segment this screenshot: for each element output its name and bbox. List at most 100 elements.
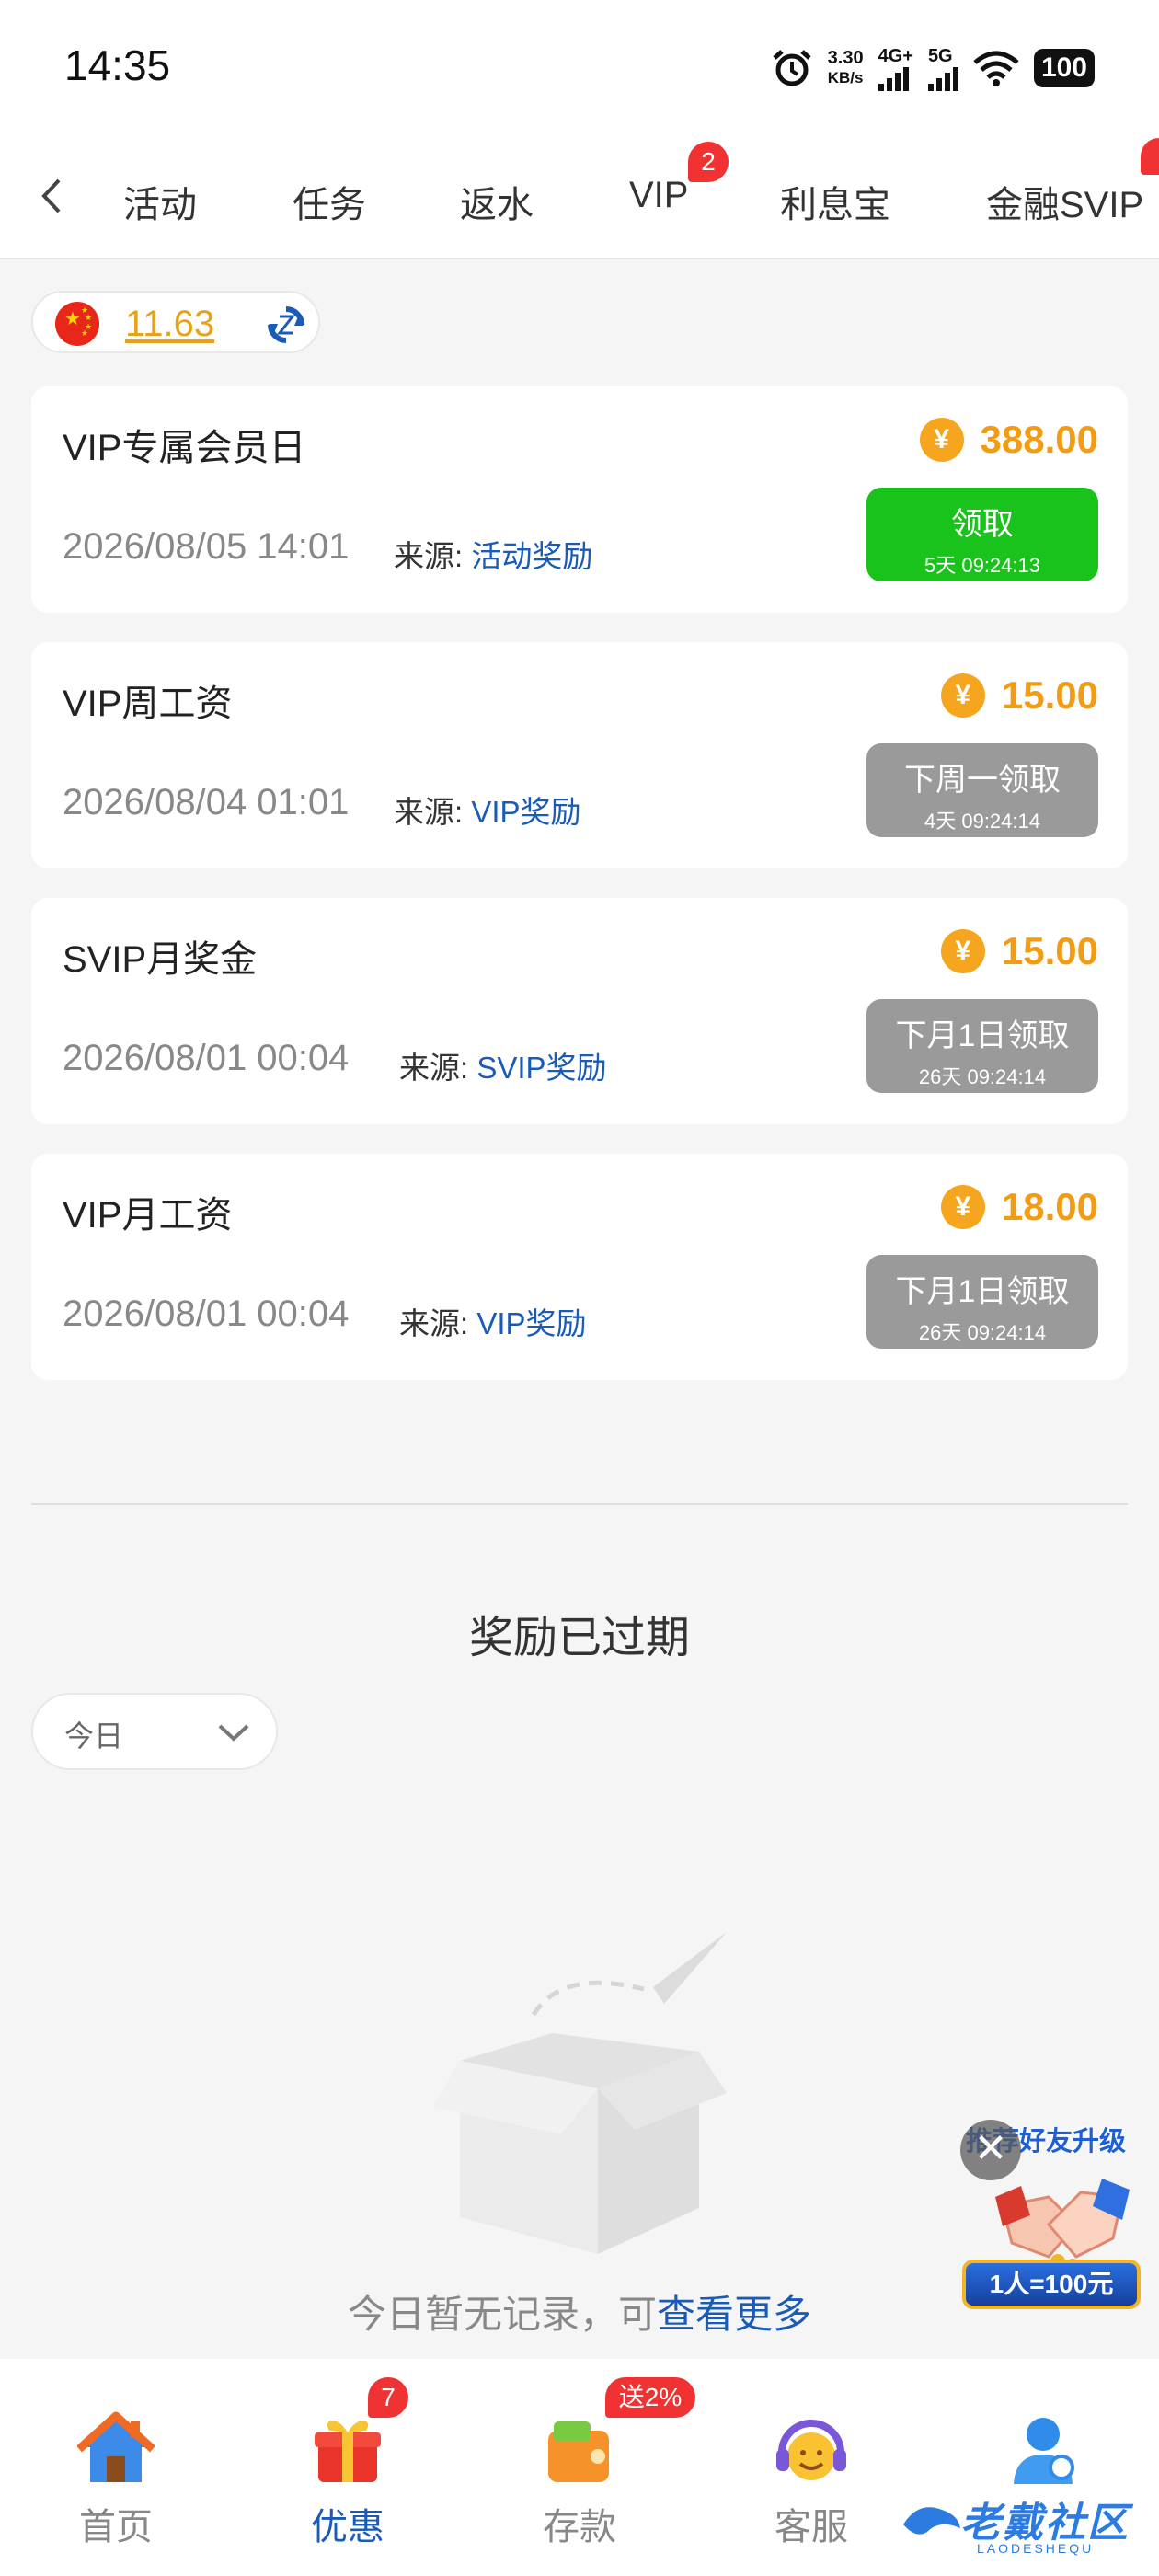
tab-vip[interactable]: VIP — [629, 175, 688, 216]
gift-icon — [315, 2420, 381, 2482]
reward-source-label: 来源: — [394, 795, 464, 829]
invite-friends-promo[interactable]: 推荐好友升级 ✕ 1人=100元 — [957, 2120, 1150, 2313]
status-time: 14:35 — [64, 41, 171, 89]
reward-title: SVIP月奖金 — [63, 939, 258, 980]
empty-box-illustration — [432, 1932, 727, 2254]
reward-source: 来源: VIP奖励 — [399, 1299, 587, 1343]
net-speed: 3.30 KB/s — [828, 48, 864, 88]
reward-date: 2026/08/01 00:04 — [63, 1294, 350, 1334]
claim-button-label: 下月1日领取 — [895, 1274, 1070, 1309]
refresh-icon[interactable] — [265, 304, 307, 346]
claim-button[interactable]: 领取 5天 09:24:13 — [866, 488, 1098, 581]
status-icons: 3.30 KB/s 4G+ 5G 100 — [771, 40, 1095, 96]
home-icon — [77, 2411, 155, 2482]
nav-home[interactable]: 首页 — [0, 2359, 232, 2576]
reward-amount: ¥ 18.00 — [940, 1185, 1098, 1229]
yuan-coin-icon: ¥ — [919, 418, 964, 462]
signal-icon — [878, 66, 909, 91]
yuan-coin-icon: ¥ — [940, 929, 985, 973]
reward-amount-value: 15.00 — [1001, 929, 1098, 972]
yuan-coin-icon: ¥ — [940, 673, 985, 718]
status-bar: 14:35 3.30 KB/s 4G+ 5G 100 — [0, 0, 1159, 138]
yuan-coin-icon: ¥ — [940, 1185, 985, 1229]
expired-section-title: 奖励已过期 — [468, 1614, 690, 1662]
china-flag-icon: ★ ★ ★ ★ ★ — [55, 302, 99, 346]
nav-deposit-badge: 送2% — [605, 2377, 695, 2418]
watermark-text: 老戴社区 — [960, 2501, 1130, 2546]
date-filter-select[interactable]: 今日 — [31, 1693, 278, 1770]
reward-date: 2026/08/05 14:01 — [63, 526, 350, 567]
nav-promotions[interactable]: 7 优惠 — [232, 2359, 464, 2576]
tab-activity[interactable]: 活动 — [123, 175, 197, 228]
reward-card: VIP月工资 ¥ 18.00 2026/08/01 00:04 来源: VIP奖… — [31, 1154, 1128, 1380]
signal-2: 5G — [927, 46, 958, 91]
reward-card: VIP专属会员日 ¥ 388.00 2026/08/05 14:01 来源: 活… — [31, 386, 1128, 613]
reward-title: VIP周工资 — [63, 684, 233, 724]
nav-support[interactable]: 客服 — [695, 2359, 927, 2576]
bottom-nav: 首页 7 优惠 送2% 存款 客服 老戴社区 LAODESHEQU — [0, 2359, 1159, 2576]
signal-icon — [927, 66, 958, 91]
tab-tasks[interactable]: 任务 — [293, 175, 366, 228]
claim-button-label: 下周一领取 — [904, 763, 1061, 798]
back-arrow-icon[interactable] — [33, 173, 70, 219]
battery-icon: 100 — [1033, 49, 1095, 87]
tab-vip-badge: 2 — [688, 142, 729, 182]
tab-rebate[interactable]: 返水 — [460, 175, 534, 228]
reward-amount: ¥ 388.00 — [919, 418, 1098, 462]
claim-button-timer: 5天 09:24:13 — [924, 554, 1040, 577]
reward-source: 来源: 活动奖励 — [394, 532, 592, 576]
claim-button-timer: 4天 09:24:14 — [924, 810, 1040, 833]
nav-deposit-label: 存款 — [543, 2507, 616, 2547]
reward-source-value: SVIP奖励 — [476, 1051, 607, 1085]
claim-button-timer: 26天 09:24:14 — [918, 1321, 1047, 1344]
claim-button[interactable]: 下月1日领取 26天 09:24:14 — [866, 1255, 1098, 1349]
tab-interest[interactable]: 利息宝 — [780, 175, 890, 228]
claim-button-timer: 26天 09:24:14 — [918, 1065, 1047, 1088]
signal-1-label: 4G+ — [878, 45, 913, 66]
reward-source: 来源: VIP奖励 — [394, 788, 581, 832]
claim-button[interactable]: 下月1日领取 26天 09:24:14 — [866, 999, 1098, 1093]
dragon-icon — [903, 2507, 960, 2535]
reward-source-label: 来源: — [399, 1306, 469, 1340]
reward-date: 2026/08/01 00:04 — [63, 1038, 350, 1078]
tab-overflow-badge — [1141, 138, 1159, 175]
reward-card: SVIP月奖金 ¥ 15.00 2026/08/01 00:04 来源: SVI… — [31, 898, 1128, 1124]
date-filter-value: 今日 — [64, 1719, 124, 1753]
view-more-link[interactable]: 查看更多 — [657, 2293, 811, 2336]
reward-amount-value: 15.00 — [1001, 673, 1098, 717]
reward-source-value: 活动奖励 — [471, 539, 593, 573]
signal-1: 4G+ — [878, 46, 913, 91]
claim-button[interactable]: 下周一领取 4天 09:24:14 — [866, 743, 1098, 837]
nav-support-label: 客服 — [775, 2507, 848, 2547]
chevron-down-icon — [218, 1724, 249, 1742]
promo-banner: 1人=100元 — [962, 2260, 1141, 2309]
reward-source-value: VIP奖励 — [471, 795, 581, 829]
wifi-icon — [973, 51, 1019, 86]
balance-value[interactable]: 11.63 — [125, 304, 214, 345]
tab-bar: 活动 任务 返水 VIP 2 利息宝 金融SVIP — [0, 138, 1159, 259]
support-icon — [776, 2420, 846, 2480]
claim-button-label: 领取 — [951, 507, 1014, 542]
reward-title: VIP专属会员日 — [63, 428, 306, 468]
nav-promotions-badge: 7 — [368, 2377, 408, 2418]
reward-source: 来源: SVIP奖励 — [399, 1043, 607, 1087]
reward-title: VIP月工资 — [63, 1195, 233, 1236]
reward-amount-value: 18.00 — [1001, 1185, 1098, 1228]
section-divider — [31, 1503, 1128, 1505]
profile-icon — [1014, 2418, 1074, 2484]
reward-amount-value: 388.00 — [980, 418, 1098, 461]
alarm-icon — [772, 50, 811, 86]
balance-pill: ★ ★ ★ ★ ★ 11.63 — [31, 291, 320, 353]
nav-deposit[interactable]: 送2% 存款 — [464, 2359, 695, 2576]
claim-button-label: 下月1日领取 — [895, 1018, 1070, 1053]
reward-amount: ¥ 15.00 — [940, 673, 1098, 718]
reward-source-label: 来源: — [394, 539, 464, 573]
reward-source-value: VIP奖励 — [476, 1306, 587, 1340]
watermark-logo: 老戴社区 LAODESHEQU — [900, 2484, 1148, 2567]
reward-date: 2026/08/04 01:01 — [63, 782, 350, 822]
empty-message-text: 今日暂无记录，可 — [347, 2293, 657, 2336]
handshake-icon — [995, 2179, 1130, 2271]
close-icon[interactable]: ✕ — [960, 2120, 1021, 2180]
tab-finance-svip[interactable]: 金融SVIP — [986, 175, 1143, 228]
net-speed-value: 3.30 — [827, 48, 864, 68]
